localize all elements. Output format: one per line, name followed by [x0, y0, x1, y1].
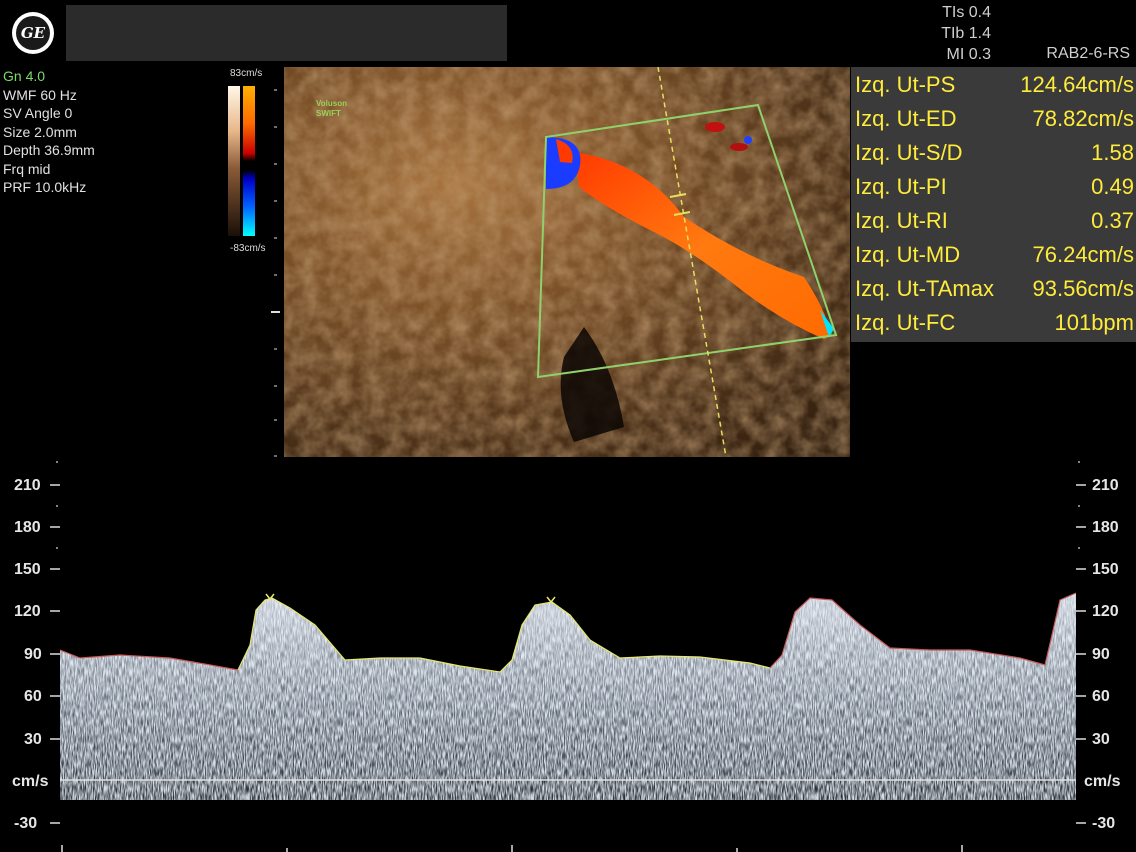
measurement-label: Izq. Ut-PI: [855, 174, 947, 199]
measurement-label: Izq. Ut-S/D: [855, 140, 963, 165]
tib-readout: TIb 1.4: [941, 25, 991, 42]
mi-readout: MI 0.3: [946, 46, 991, 63]
measurement-panel: Izq. Ut-PS 124.64cm/s Izq. Ut-ED 78.82cm/s…: [851, 67, 1136, 342]
measurement-row[interactable]: Izq. Ut-S/D 1.58: [855, 135, 1134, 169]
brand-line-1: Voluson: [316, 99, 347, 108]
brand-label: Voluson SWIFT: [316, 99, 347, 119]
grayscale-bar: [228, 86, 240, 236]
ge-logo-text: GE: [16, 16, 50, 50]
measurement-value: 101bpm: [1054, 310, 1134, 335]
measurement-value: 76.24cm/s: [1032, 242, 1135, 267]
measurement-label: Izq. Ut-TAmax: [855, 276, 994, 301]
probe-name: RAB2-6-RS: [1046, 45, 1130, 62]
acquisition-parameters: Gn 4.0 WMF 60 Hz SV Angle 0 Size 2.0mm D…: [3, 67, 95, 197]
ge-logo-icon: GE: [12, 12, 54, 54]
measurement-row[interactable]: Izq. Ut-MD 76.24cm/s: [855, 237, 1134, 271]
measurement-value: 0.37: [1091, 208, 1134, 233]
velocity-scale-bottom: -83cm/s: [230, 243, 266, 254]
brand-line-2: SWIFT: [316, 109, 341, 118]
measurement-value: 0.49: [1091, 174, 1134, 199]
measurement-value: 93.56cm/s: [1032, 276, 1135, 301]
tis-readout: TIs 0.4: [942, 4, 991, 21]
measurement-row[interactable]: Izq. Ut-PS 124.64cm/s: [855, 67, 1134, 101]
measurement-value: 124.64cm/s: [1020, 72, 1134, 97]
patient-info-bar[interactable]: [66, 5, 507, 61]
color-velocity-bar: [243, 86, 255, 236]
measurement-row[interactable]: Izq. Ut-FC 101bpm: [855, 305, 1134, 339]
measurement-label: Izq. Ut-PS: [855, 72, 956, 97]
measurement-value: 1.58: [1091, 140, 1134, 165]
sv-angle-readout: SV Angle 0: [3, 105, 73, 121]
measurement-label: Izq. Ut-FC: [855, 310, 956, 335]
color-doppler-overlay: [284, 67, 850, 457]
doppler-spectrum[interactable]: [60, 460, 1076, 852]
measurement-row[interactable]: Izq. Ut-TAmax 93.56cm/s: [855, 271, 1134, 305]
thermal-indices: TIs 0.4 TIb 1.4 MI 0.3: [941, 2, 991, 65]
measurement-label: Izq. Ut-RI: [855, 208, 948, 233]
measurement-row[interactable]: Izq. Ut-PI 0.49: [855, 169, 1134, 203]
measurement-label: Izq. Ut-MD: [855, 242, 961, 267]
bmode-image[interactable]: Voluson SWIFT: [284, 67, 850, 457]
measurement-label: Izq. Ut-ED: [855, 106, 957, 131]
measurement-row[interactable]: Izq. Ut-ED 78.82cm/s: [855, 101, 1134, 135]
depth-ruler: [271, 89, 280, 457]
size-readout: Size 2.0mm: [3, 123, 77, 140]
velocity-scale-top: 83cm/s: [230, 68, 263, 79]
wmf-readout: WMF 60 Hz: [3, 86, 77, 103]
measurement-value: 78.82cm/s: [1032, 106, 1135, 131]
depth-readout: Depth 36.9mm: [3, 142, 95, 158]
measurement-row[interactable]: Izq. Ut-RI 0.37: [855, 203, 1134, 237]
frq-readout: Frq mid: [3, 160, 51, 177]
prf-readout: PRF 10.0kHz: [3, 179, 87, 195]
gain-readout: Gn 4.0: [3, 68, 46, 84]
